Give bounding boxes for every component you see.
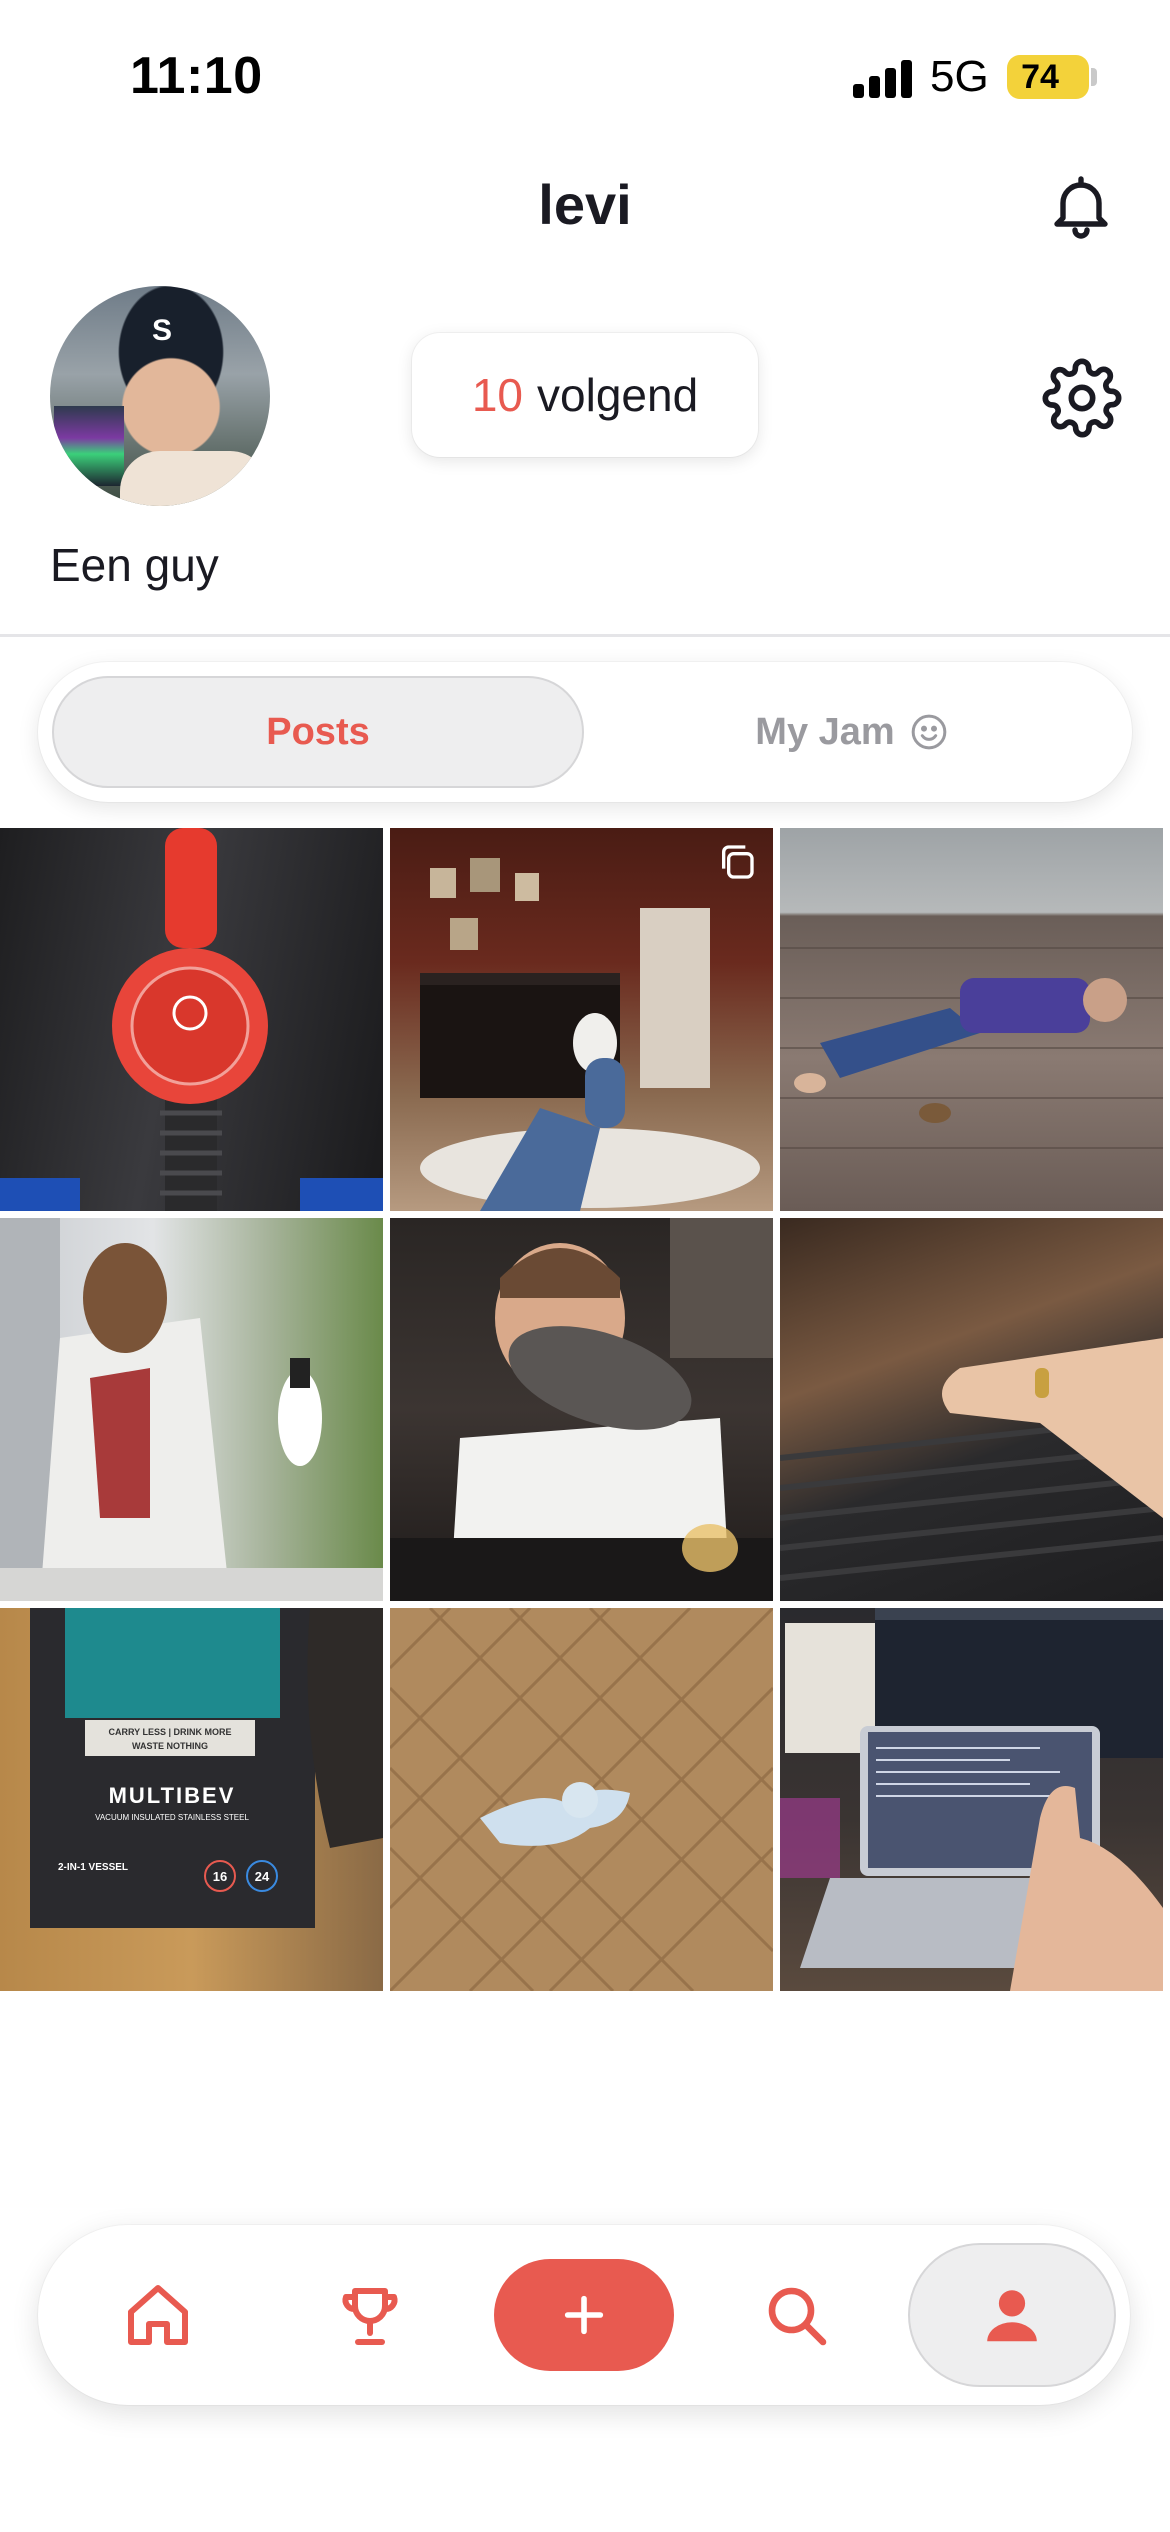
post-image: CARRY LESS | DRINK MORE WASTE NOTHING MU… <box>30 1608 383 1928</box>
status-time: 11:10 <box>130 47 263 105</box>
following-label: volgend <box>537 369 699 421</box>
battery-cap <box>1091 68 1097 86</box>
post-image <box>0 828 383 1211</box>
post-thumbnail[interactable] <box>390 828 773 1211</box>
post-thumbnail[interactable] <box>0 828 383 1211</box>
bell-icon <box>1054 176 1108 239</box>
box-text-carry: CARRY LESS | DRINK MORE <box>108 1727 231 1737</box>
plus-icon <box>564 2295 604 2335</box>
nav-profile-button[interactable] <box>908 2243 1116 2387</box>
avatar[interactable]: S <box>50 286 270 506</box>
box-text-brand: MULTIBEV <box>109 1783 236 1808</box>
post-image <box>780 947 1163 1149</box>
post-image <box>780 1608 1163 1991</box>
following-button[interactable]: 10 volgend <box>412 333 758 457</box>
profile-bio: Een guy <box>50 539 219 591</box>
status-bar: 11:10 5G 74 <box>0 0 1170 150</box>
notifications-button[interactable] <box>1045 168 1117 244</box>
avatar-shirt <box>120 451 270 506</box>
post-thumbnail[interactable] <box>780 1608 1163 1991</box>
tab-my-jam[interactable]: My Jam <box>586 676 1118 788</box>
post-thumbnail[interactable] <box>390 1218 773 1601</box>
nav-search-button[interactable] <box>746 2265 846 2365</box>
post-image <box>390 1218 773 1601</box>
nav-home-button[interactable] <box>108 2265 208 2365</box>
battery-level: 74 <box>1021 58 1059 96</box>
post-image <box>420 858 760 1211</box>
network-label: 5G <box>930 52 989 101</box>
search-icon <box>768 2287 827 2346</box>
home-icon <box>128 2285 188 2345</box>
box-text-subtitle: VACUUM INSULATED STAINLESS STEEL <box>95 1813 249 1822</box>
avatar-cap-logo: S <box>151 314 172 347</box>
add-post-button[interactable] <box>494 2259 674 2371</box>
post-image <box>0 1218 383 1601</box>
nav-leaderboard-button[interactable] <box>320 2265 420 2365</box>
post-thumbnail[interactable]: CARRY LESS | DRINK MORE WASTE NOTHING MU… <box>0 1608 383 1991</box>
tab-my-jam-label: My Jam <box>755 710 895 753</box>
post-thumbnail[interactable] <box>780 828 1163 1211</box>
post-thumbnail[interactable] <box>780 1218 1163 1601</box>
trophy-icon <box>342 2288 398 2345</box>
post-image <box>390 1608 773 1991</box>
settings-button[interactable] <box>1042 358 1122 438</box>
box-text-vessel: 2-IN-1 VESSEL <box>58 1862 128 1873</box>
tab-switcher: Posts My Jam <box>38 662 1132 802</box>
profile-icon <box>987 2290 1037 2342</box>
page-title: levi <box>538 173 632 236</box>
multiple-photos-icon <box>722 845 754 879</box>
profile-screen: 11:10 5G 74 levi S 10 volgend Een guy Po… <box>0 0 1170 2532</box>
signal-icon <box>853 58 913 98</box>
gear-icon <box>1042 358 1122 438</box>
box-text-24: 24 <box>255 1869 270 1884</box>
tab-posts-label: Posts <box>266 710 370 753</box>
tab-posts[interactable]: Posts <box>52 676 584 788</box>
divider <box>0 634 1170 637</box>
post-thumbnail[interactable] <box>390 1608 773 1991</box>
post-image <box>780 1338 1163 1581</box>
battery-icon: 74 <box>1007 55 1089 99</box>
smiley-icon <box>911 714 947 750</box>
box-text-waste: WASTE NOTHING <box>132 1741 208 1751</box>
post-thumbnail[interactable] <box>0 1218 383 1601</box>
box-text-16: 16 <box>213 1869 227 1884</box>
following-count: 10 <box>471 369 524 421</box>
avatar-background <box>54 406 124 486</box>
bottom-nav <box>38 2225 1130 2405</box>
